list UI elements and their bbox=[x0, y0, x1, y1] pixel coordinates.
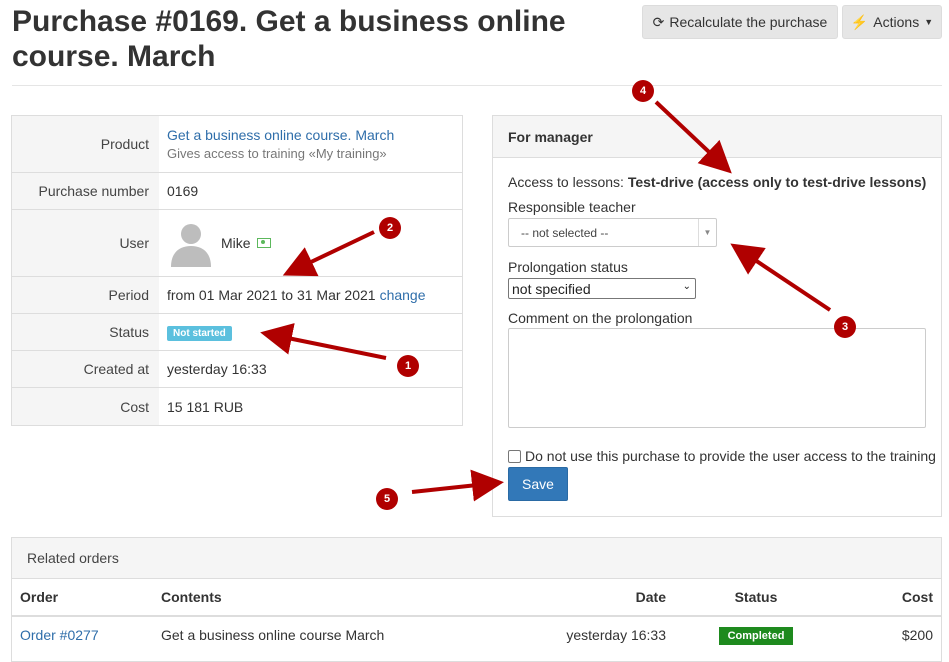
comment-textarea[interactable] bbox=[508, 328, 926, 428]
related-orders-title: Related orders bbox=[12, 538, 941, 579]
period-change-link[interactable]: change bbox=[380, 287, 426, 303]
annotation-badge-3: 3 bbox=[834, 316, 856, 338]
checkbox-label: Do not use this purchase to provide the … bbox=[525, 448, 936, 464]
order-link[interactable]: Order #0277 bbox=[20, 627, 99, 643]
column-header: Status bbox=[666, 579, 846, 617]
teacher-label: Responsible teacher bbox=[508, 199, 636, 215]
purchase-info-table: Product Get a business online course. Ma… bbox=[11, 115, 463, 426]
column-header: Date bbox=[521, 579, 666, 617]
info-row-period: Period from 01 Mar 2021 to 31 Mar 2021 c… bbox=[12, 277, 462, 314]
user-name-link[interactable]: Mike bbox=[221, 235, 251, 251]
info-row-status: Status Not started bbox=[12, 314, 462, 351]
purchase-number: 0169 bbox=[167, 183, 199, 199]
product-link[interactable]: Get a business online course. March bbox=[167, 127, 462, 143]
info-label: Product bbox=[12, 116, 159, 172]
comment-label: Comment on the prolongation bbox=[508, 310, 693, 326]
table-row: Order #0277 Get a business online course… bbox=[12, 616, 941, 653]
column-header: Cost bbox=[846, 579, 941, 617]
prolongation-label: Prolongation status bbox=[508, 259, 628, 275]
lightning-icon: ⚡ bbox=[850, 13, 869, 30]
order-cost: $200 bbox=[901, 627, 933, 643]
recalculate-button[interactable]: ⟳ Recalculate the purchase bbox=[642, 5, 838, 39]
caret-down-icon: ▼ bbox=[924, 17, 934, 27]
annotation-badge-5: 5 bbox=[376, 488, 398, 510]
teacher-select[interactable]: -- not selected -- ▼ bbox=[508, 218, 717, 247]
annotation-badge-4: 4 bbox=[632, 80, 654, 102]
no-access-checkbox[interactable] bbox=[508, 449, 521, 463]
cost-value: 15 181 RUB bbox=[167, 398, 244, 415]
info-row-created: Created at yesterday 16:33 bbox=[12, 351, 462, 388]
order-date: yesterday 16:33 bbox=[566, 627, 666, 643]
cash-icon bbox=[256, 238, 271, 248]
order-status-badge: Completed bbox=[718, 626, 794, 645]
annotation-badge-1: 1 bbox=[397, 355, 419, 377]
info-label: Cost bbox=[12, 388, 159, 425]
info-row-product: Product Get a business online course. Ma… bbox=[12, 116, 462, 173]
info-label: Period bbox=[12, 277, 159, 313]
header-divider bbox=[12, 85, 942, 86]
column-header: Contents bbox=[161, 579, 521, 617]
access-value: Test-drive (access only to test-drive le… bbox=[627, 174, 927, 190]
no-access-checkbox-row[interactable]: Do not use this purchase to provide the … bbox=[508, 448, 936, 464]
status-badge: Not started bbox=[167, 326, 232, 341]
chevron-down-icon: ⌄ bbox=[682, 281, 691, 292]
related-orders-panel: Related orders Order Contents Date Statu… bbox=[11, 537, 942, 662]
column-header: Order bbox=[12, 579, 161, 617]
info-row-number: Purchase number 0169 bbox=[12, 173, 462, 210]
annotation-badge-2: 2 bbox=[379, 217, 401, 239]
manager-panel-title: For manager bbox=[493, 116, 941, 158]
chevron-down-icon: ▼ bbox=[698, 219, 716, 246]
order-contents: Get a business online course March bbox=[161, 627, 385, 643]
info-row-cost: Cost 15 181 RUB bbox=[12, 388, 462, 425]
product-description: Gives access to training «My training» bbox=[167, 146, 387, 161]
prolongation-select[interactable]: not specified ⌄ bbox=[508, 278, 696, 299]
info-label: Created at bbox=[12, 351, 159, 387]
info-label: User bbox=[12, 210, 159, 276]
page-title: Purchase #0169. Get a business online co… bbox=[12, 5, 566, 73]
refresh-icon: ⟳ bbox=[652, 13, 665, 30]
save-button[interactable]: Save bbox=[508, 467, 568, 501]
access-line: Access to lessons: Test-drive (access on… bbox=[508, 174, 927, 190]
related-orders-table: Order Contents Date Status Cost Order #0… bbox=[12, 579, 941, 653]
period-value: from 01 Mar 2021 to 31 Mar 2021 bbox=[167, 287, 376, 303]
user-avatar[interactable] bbox=[167, 219, 215, 267]
info-label: Purchase number bbox=[12, 173, 159, 209]
actions-dropdown-button[interactable]: ⚡ Actions ▼ bbox=[842, 5, 942, 39]
info-label: Status bbox=[12, 314, 159, 350]
arrow-5 bbox=[411, 469, 504, 502]
manager-panel: For manager Access to lessons: Test-driv… bbox=[492, 115, 942, 517]
